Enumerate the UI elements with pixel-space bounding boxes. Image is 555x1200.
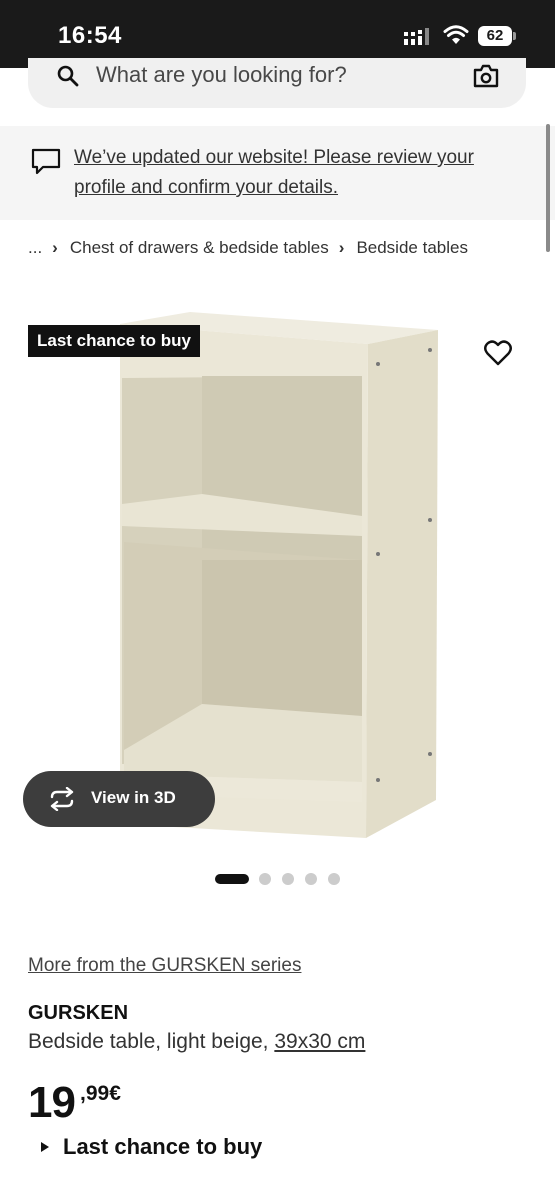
last-chance-badge: Last chance to buy <box>28 325 200 357</box>
availability-toggle[interactable]: Last chance to buy <box>40 1134 262 1160</box>
battery-tip <box>513 32 516 40</box>
status-time: 16:54 <box>58 22 122 49</box>
series-link[interactable]: More from the GURSKEN series <box>28 955 301 977</box>
scrollbar[interactable] <box>546 124 550 252</box>
battery-icon: 62 <box>478 26 512 46</box>
price-integer: 19 <box>28 1078 76 1127</box>
gallery-dot[interactable] <box>282 873 294 885</box>
view-in-3d-label: View in 3D <box>91 788 176 807</box>
gallery-dot-active[interactable] <box>215 874 249 884</box>
signal-icon <box>404 28 429 45</box>
availability-label: Last chance to buy <box>63 1134 263 1159</box>
breadcrumb-item-bedside-tables[interactable]: Bedside tables <box>356 238 468 258</box>
chat-icon <box>31 148 61 175</box>
product-description-text: Bedside table, light beige, <box>28 1030 269 1053</box>
gallery-dot[interactable] <box>259 873 271 885</box>
gallery-dot[interactable] <box>328 873 340 885</box>
product-size-link[interactable]: 39x30 cm <box>274 1030 365 1053</box>
product-description: Bedside table, light beige, 39x30 cm <box>28 1030 365 1054</box>
search-input[interactable]: What are you looking for? <box>96 62 347 88</box>
price-decimal: ,99€ <box>80 1082 121 1105</box>
rotate-3d-icon <box>50 787 74 811</box>
gallery-pagination <box>215 873 351 885</box>
product-name: GURSKEN <box>28 1002 129 1024</box>
chevron-right-icon: › <box>338 238 345 257</box>
camera-icon[interactable] <box>472 64 500 88</box>
notice-link[interactable]: We’ve updated our website! Please review… <box>74 143 524 203</box>
breadcrumb: ... › Chest of drawers & bedside tables … <box>28 238 468 258</box>
breadcrumb-item-chest-of-drawers[interactable]: Chest of drawers & bedside tables <box>70 238 329 258</box>
heart-icon[interactable] <box>484 340 512 366</box>
product-image <box>120 312 438 838</box>
gallery-dot[interactable] <box>305 873 317 885</box>
update-notice[interactable]: We’ve updated our website! Please review… <box>0 126 555 220</box>
caret-right-icon <box>41 1142 49 1152</box>
wifi-icon <box>443 25 469 44</box>
view-in-3d-button[interactable]: View in 3D <box>23 771 215 827</box>
chevron-right-icon: › <box>52 238 58 257</box>
breadcrumb-ellipsis[interactable]: ... <box>28 238 42 258</box>
search-icon <box>57 65 79 87</box>
search-bar[interactable]: What are you looking for? <box>28 58 526 108</box>
product-price: 19 ,99€ <box>28 1078 121 1128</box>
